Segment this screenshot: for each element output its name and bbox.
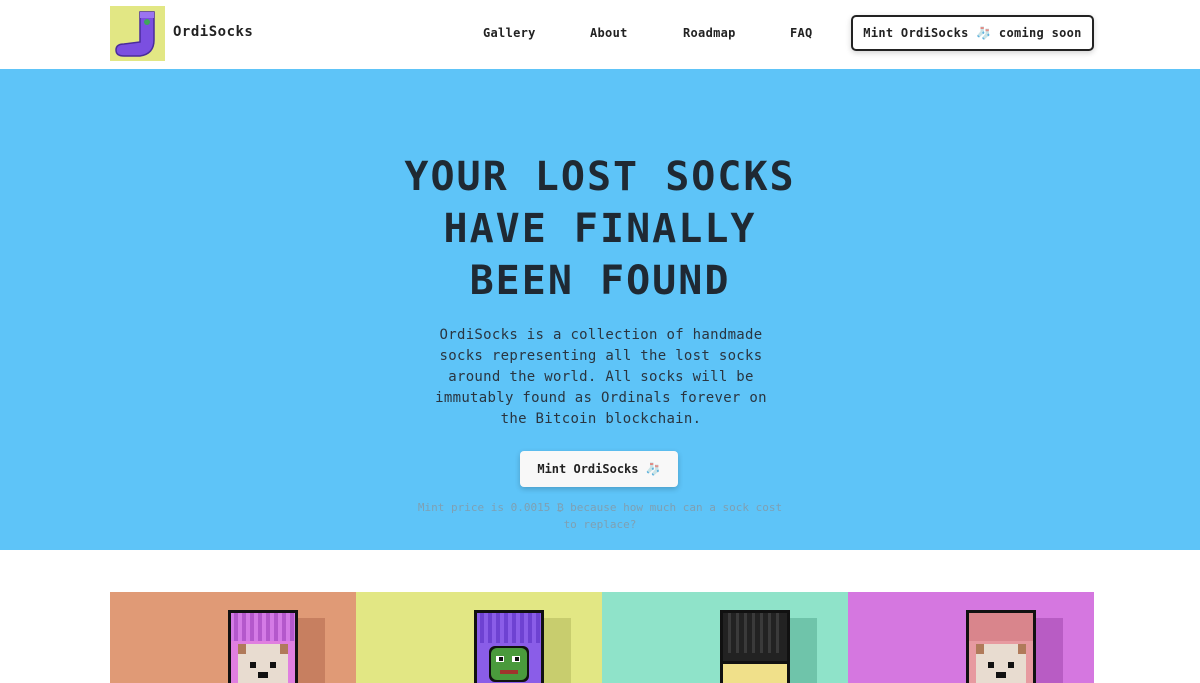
nav-link-roadmap[interactable]: Roadmap — [683, 26, 736, 40]
hero-section: YOUR LOST SOCKS HAVE FINALLY BEEN FOUND … — [0, 69, 1200, 550]
top-nav: OrdiSocks Gallery About Roadmap FAQ Mint… — [0, 0, 1200, 69]
gallery-tile[interactable] — [848, 592, 1094, 683]
nav-link-about[interactable]: About — [590, 26, 628, 40]
sock-image — [356, 592, 602, 683]
gallery-tile[interactable] — [356, 592, 602, 683]
nav-link-gallery[interactable]: Gallery — [483, 26, 536, 40]
hero-mint-button[interactable]: Mint OrdiSocks 🧦 — [520, 451, 678, 487]
sock-image — [602, 592, 848, 683]
gallery-tile[interactable] — [110, 592, 356, 683]
sock-image — [110, 592, 356, 683]
sock-icon[interactable] — [110, 6, 165, 61]
nav-link-faq[interactable]: FAQ — [790, 26, 813, 40]
hero-description: OrdiSocks is a collection of handmade so… — [435, 327, 767, 427]
nav-mint-button[interactable]: Mint OrdiSocks 🧦 coming soon — [851, 15, 1094, 51]
brand-name[interactable]: OrdiSocks — [173, 24, 253, 40]
gallery-tile[interactable] — [602, 592, 848, 683]
hero-title: YOUR LOST SOCKS HAVE FINALLY BEEN FOUND — [404, 154, 796, 304]
sock-gallery — [110, 592, 1094, 683]
mint-price-note: Mint price is 0.0015 ₿ because how much … — [417, 501, 783, 531]
sock-image — [848, 592, 1094, 683]
